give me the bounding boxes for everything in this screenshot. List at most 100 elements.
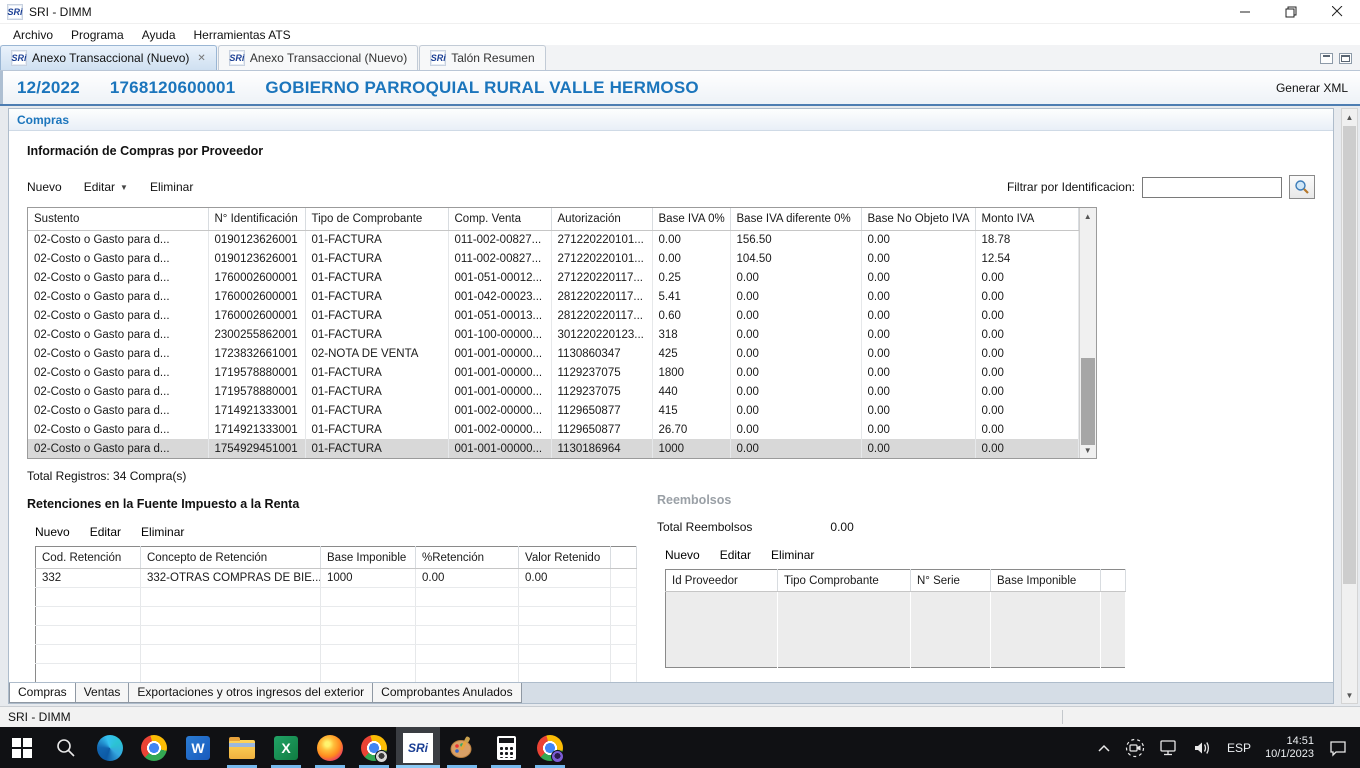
- cell[interactable]: 02-Costo o Gasto para d...: [28, 306, 208, 325]
- cell[interactable]: 011-002-00827...: [448, 230, 551, 249]
- ret-nuevo-button[interactable]: Nuevo: [35, 525, 70, 539]
- cell[interactable]: 01-FACTURA: [305, 230, 448, 249]
- column-header[interactable]: Tipo Comprobante: [778, 570, 911, 592]
- column-header[interactable]: Base Imponible: [321, 547, 416, 569]
- menu-ayuda[interactable]: Ayuda: [133, 26, 185, 44]
- cell[interactable]: 0.00: [861, 268, 975, 287]
- cell[interactable]: 01-FACTURA: [305, 306, 448, 325]
- cell[interactable]: 001-001-00000...: [448, 363, 551, 382]
- cell[interactable]: 0.00: [975, 344, 1078, 363]
- cell[interactable]: 0.60: [652, 306, 730, 325]
- cell[interactable]: 1719578880001: [208, 382, 305, 401]
- column-header[interactable]: Base IVA diferente 0%: [730, 208, 861, 230]
- maximize-view-icon[interactable]: [1339, 53, 1352, 64]
- filter-input[interactable]: [1142, 177, 1282, 198]
- cell[interactable]: 0.00: [975, 325, 1078, 344]
- cell[interactable]: 0.00: [975, 439, 1078, 458]
- cell[interactable]: 001-100-00000...: [448, 325, 551, 344]
- chrome-profile-button[interactable]: [352, 727, 396, 768]
- cell[interactable]: 1760002600001: [208, 268, 305, 287]
- table-row[interactable]: 02-Costo o Gasto para d...17149213330010…: [28, 401, 1078, 420]
- table-row[interactable]: 02-Costo o Gasto para d...01901236260010…: [28, 230, 1078, 249]
- cell[interactable]: 1723832661001: [208, 344, 305, 363]
- cell[interactable]: 1129650877: [551, 420, 652, 439]
- word-button[interactable]: W: [176, 727, 220, 768]
- cell[interactable]: 001-042-00023...: [448, 287, 551, 306]
- close-button[interactable]: [1314, 0, 1360, 23]
- rem-eliminar-button[interactable]: Eliminar: [771, 548, 814, 562]
- cell[interactable]: 01-FACTURA: [305, 382, 448, 401]
- eliminar-button[interactable]: Eliminar: [150, 180, 193, 194]
- generar-xml-button[interactable]: Generar XML: [1276, 81, 1348, 95]
- cell[interactable]: 0.00: [730, 439, 861, 458]
- clock[interactable]: 14:51 10/1/2023: [1265, 735, 1314, 761]
- cell[interactable]: 1719578880001: [208, 363, 305, 382]
- cell[interactable]: 02-Costo o Gasto para d...: [28, 325, 208, 344]
- cell[interactable]: 02-Costo o Gasto para d...: [28, 420, 208, 439]
- cell[interactable]: 0.00: [730, 344, 861, 363]
- cell[interactable]: 1754929451001: [208, 439, 305, 458]
- cell[interactable]: 01-FACTURA: [305, 325, 448, 344]
- cell[interactable]: 271220220101...: [551, 230, 652, 249]
- cell[interactable]: 0.00: [730, 268, 861, 287]
- cell[interactable]: 01-FACTURA: [305, 439, 448, 458]
- cell[interactable]: 12.54: [975, 249, 1078, 268]
- cell[interactable]: 001-051-00012...: [448, 268, 551, 287]
- cell[interactable]: 0.00: [861, 420, 975, 439]
- cell[interactable]: 1130186964: [551, 439, 652, 458]
- cell[interactable]: 0.00: [861, 306, 975, 325]
- cell[interactable]: 011-002-00827...: [448, 249, 551, 268]
- table-row[interactable]: 02-Costo o Gasto para d...23002558620010…: [28, 325, 1078, 344]
- cell[interactable]: 281220220117...: [551, 287, 652, 306]
- chrome-profile-2-button[interactable]: [528, 727, 572, 768]
- cell[interactable]: 0.00: [416, 569, 519, 588]
- cell[interactable]: 0.00: [730, 287, 861, 306]
- cell[interactable]: 01-FACTURA: [305, 363, 448, 382]
- ret-editar-button[interactable]: Editar: [90, 525, 121, 539]
- tab-comprobantes-anulados[interactable]: Comprobantes Anulados: [373, 683, 521, 703]
- cell[interactable]: 01-FACTURA: [305, 287, 448, 306]
- column-header[interactable]: Tipo de Comprobante: [305, 208, 448, 230]
- menu-herramientas-ats[interactable]: Herramientas ATS: [185, 26, 300, 44]
- scroll-down-icon[interactable]: ▼: [1342, 687, 1357, 703]
- cell[interactable]: 02-Costo o Gasto para d...: [28, 230, 208, 249]
- editar-button[interactable]: Editar▼: [84, 180, 128, 194]
- cell[interactable]: 1800: [652, 363, 730, 382]
- cell[interactable]: 02-Costo o Gasto para d...: [28, 439, 208, 458]
- firefox-button[interactable]: [308, 727, 352, 768]
- column-header[interactable]: N° Identificación: [208, 208, 305, 230]
- cell[interactable]: 332-OTRAS COMPRAS DE BIE...: [141, 569, 321, 588]
- excel-button[interactable]: X: [264, 727, 308, 768]
- cell[interactable]: 1129650877: [551, 401, 652, 420]
- language-indicator[interactable]: ESP: [1227, 741, 1251, 755]
- cell[interactable]: 01-FACTURA: [305, 268, 448, 287]
- cell[interactable]: 156.50: [730, 230, 861, 249]
- cell[interactable]: 0.00: [861, 344, 975, 363]
- cell[interactable]: 440: [652, 382, 730, 401]
- cell[interactable]: 001-001-00000...: [448, 439, 551, 458]
- cell[interactable]: 0.00: [730, 363, 861, 382]
- column-header[interactable]: N° Serie: [911, 570, 991, 592]
- chrome-button[interactable]: [132, 727, 176, 768]
- cell[interactable]: 0.00: [730, 382, 861, 401]
- cell[interactable]: 0.00: [861, 439, 975, 458]
- column-header[interactable]: Base IVA 0%: [652, 208, 730, 230]
- start-button[interactable]: [0, 727, 44, 768]
- cell[interactable]: 02-Costo o Gasto para d...: [28, 249, 208, 268]
- column-header[interactable]: Base Imponible: [991, 570, 1101, 592]
- ret-eliminar-button[interactable]: Eliminar: [141, 525, 184, 539]
- cell[interactable]: 0.00: [975, 420, 1078, 439]
- rem-nuevo-button[interactable]: Nuevo: [665, 548, 700, 562]
- table-row[interactable]: 02-Costo o Gasto para d...17600026000010…: [28, 287, 1078, 306]
- cell[interactable]: 01-FACTURA: [305, 249, 448, 268]
- cell[interactable]: 0.00: [975, 363, 1078, 382]
- calculator-button[interactable]: [484, 727, 528, 768]
- cell[interactable]: 104.50: [730, 249, 861, 268]
- tab-anexo-transaccional-1[interactable]: SRi Anexo Transaccional (Nuevo) ✕: [0, 45, 217, 70]
- cell[interactable]: 1000: [652, 439, 730, 458]
- cell[interactable]: 0.00: [975, 382, 1078, 401]
- cell[interactable]: 1714921333001: [208, 420, 305, 439]
- cell[interactable]: 0.00: [730, 401, 861, 420]
- cell[interactable]: 271220220117...: [551, 268, 652, 287]
- tab-compras[interactable]: Compras: [9, 683, 76, 703]
